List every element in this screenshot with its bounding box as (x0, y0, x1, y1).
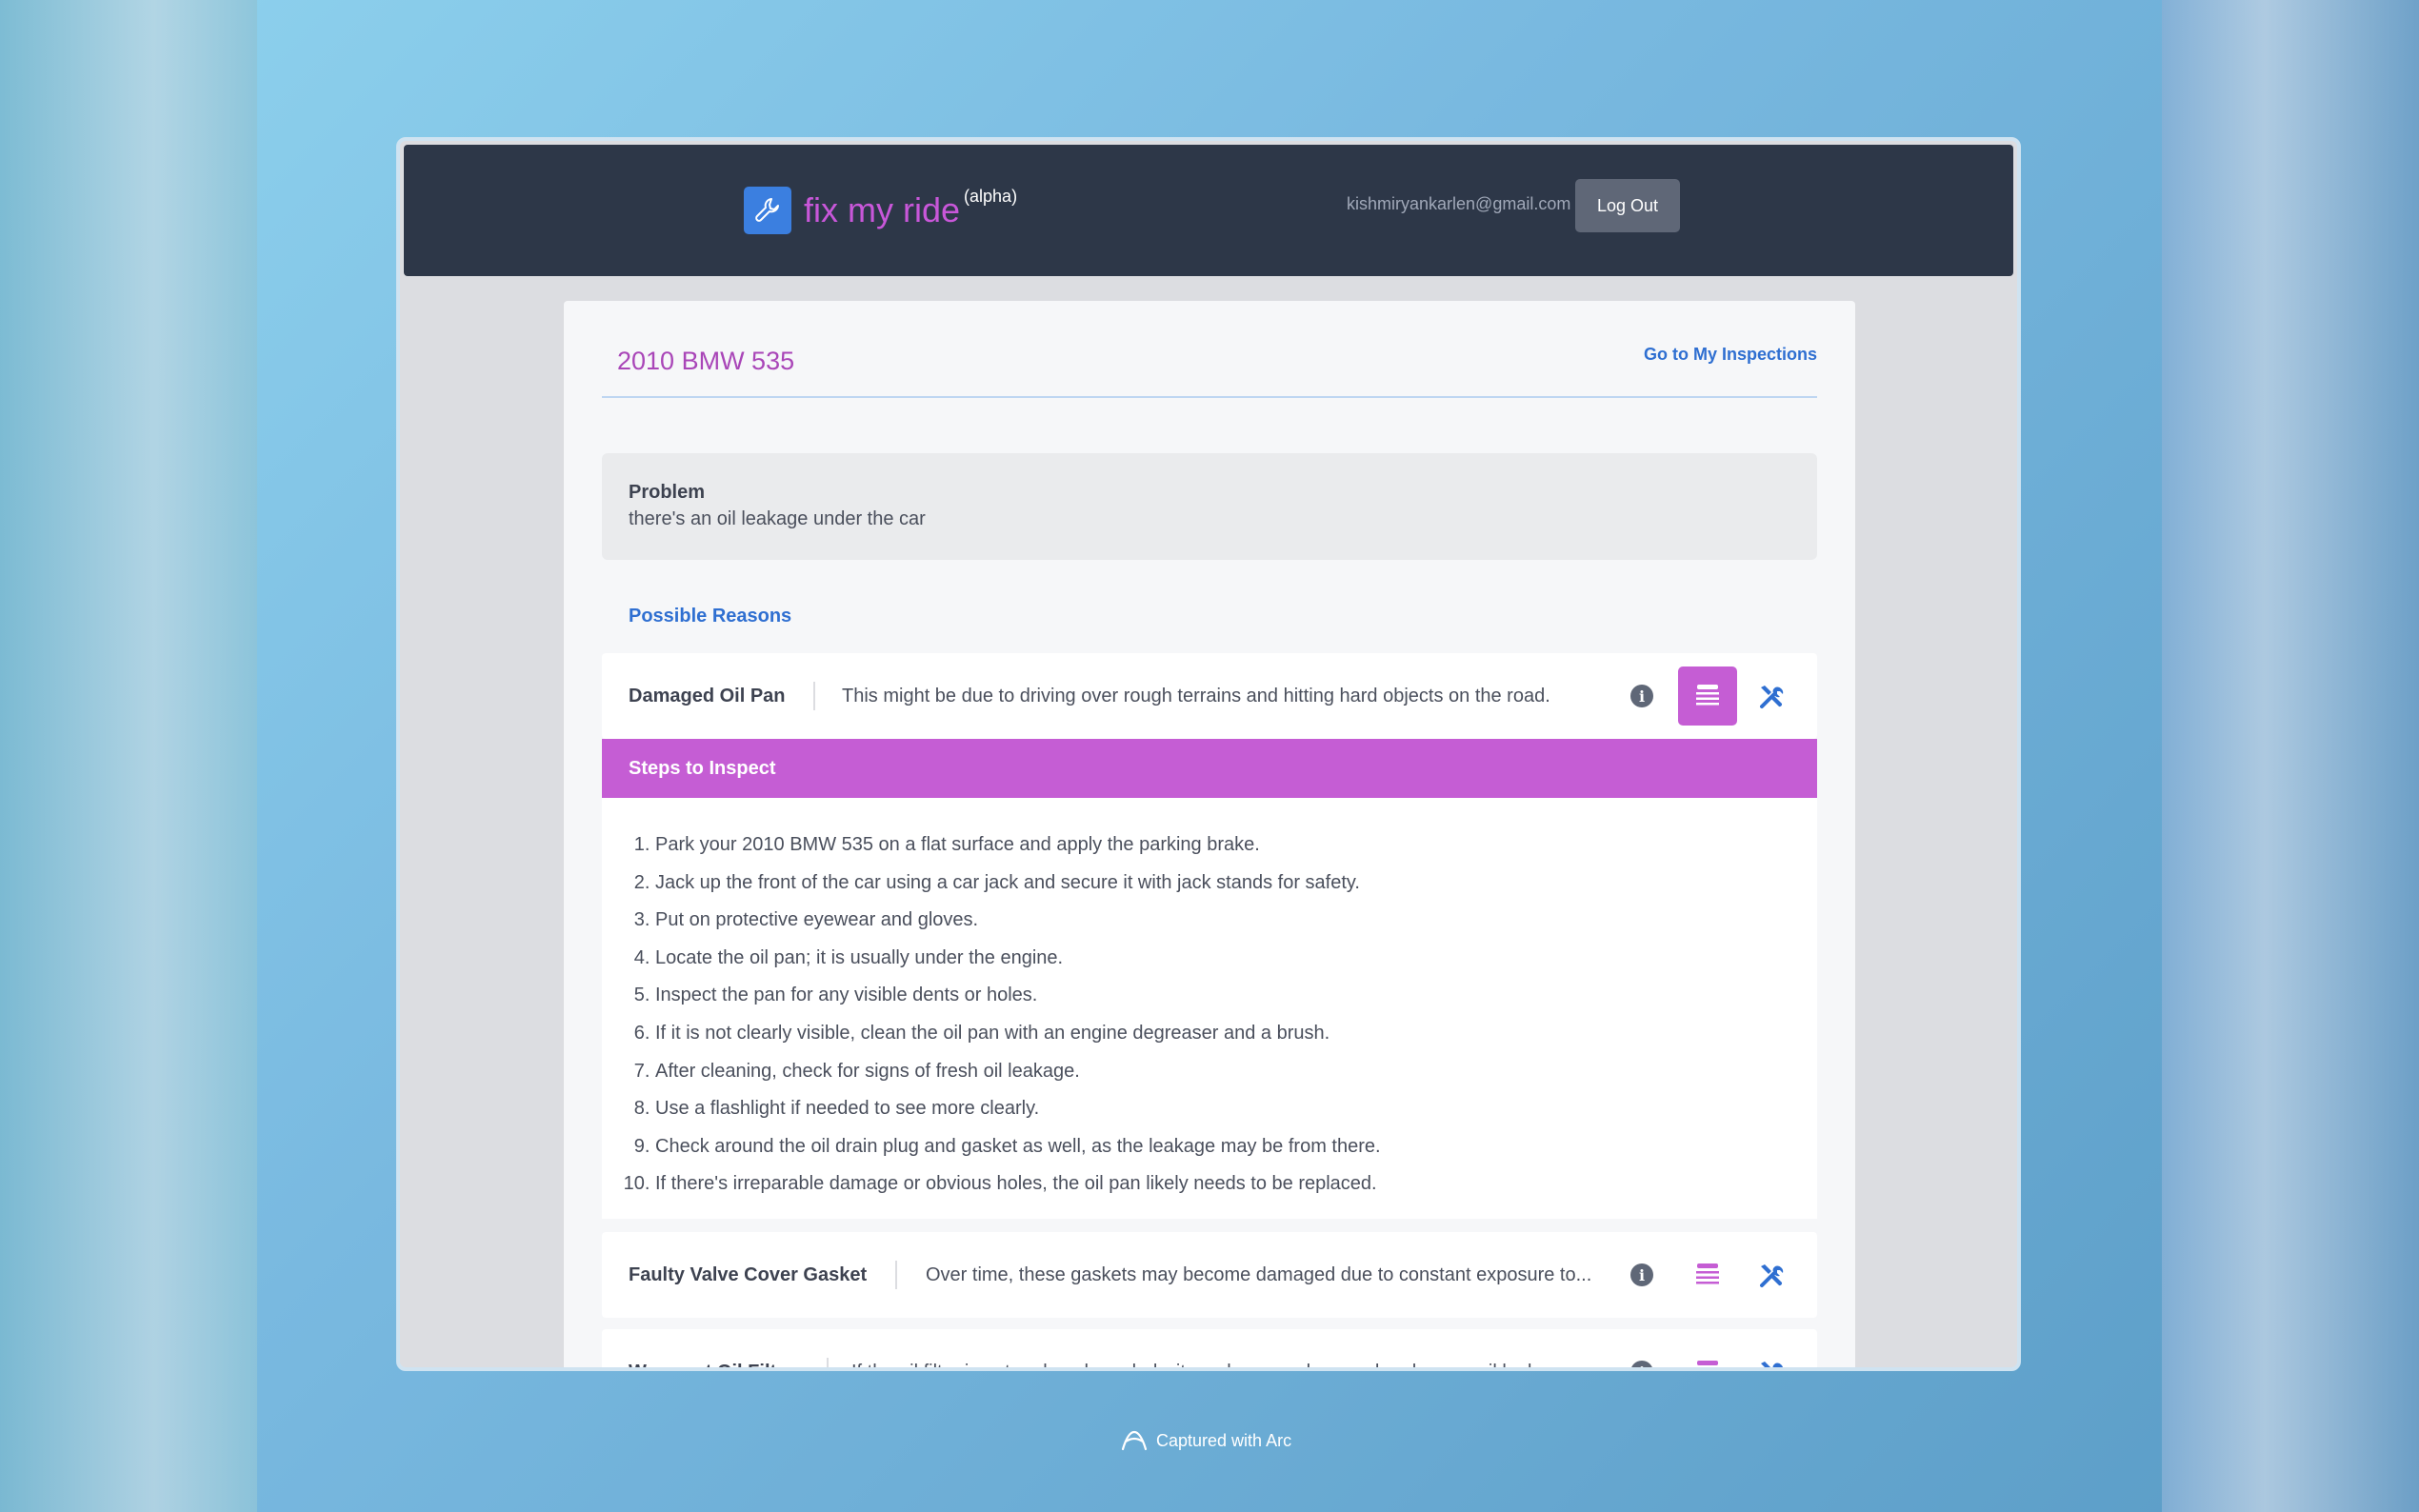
steps-toggle-button[interactable] (1678, 1343, 1737, 1367)
info-icon[interactable]: i (1630, 1361, 1653, 1367)
problem-text: there's an oil leakage under the car (629, 508, 926, 529)
navbar: fix my ride (alpha) kishmiryankarlen@gmai… (404, 145, 2013, 276)
steps-list: Park your 2010 BMW 535 on a flat surface… (602, 826, 1381, 1204)
steps-header: Steps to Inspect (602, 739, 1817, 798)
problem-card: Problem there's an oil leakage under the… (602, 453, 1817, 560)
reason-row[interactable]: Worn out Oil Filter If the oil filter is… (602, 1329, 1817, 1367)
step-item: Use a flashlight if needed to see more c… (655, 1090, 1381, 1128)
info-icon[interactable]: i (1630, 685, 1653, 707)
step-item: Inspect the pan for any visible dents or… (655, 977, 1381, 1015)
reason-name: Faulty Valve Cover Gasket (629, 1264, 868, 1285)
step-item: After cleaning, check for signs of fresh… (655, 1053, 1381, 1091)
step-item: Park your 2010 BMW 535 on a flat surface… (655, 826, 1381, 865)
background-right-panel (2162, 0, 2419, 1512)
possible-reasons-heading: Possible Reasons (629, 606, 792, 627)
reason-name: Damaged Oil Pan (629, 686, 786, 706)
go-to-inspections-link[interactable]: Go to My Inspections (1644, 345, 1817, 365)
brand-name[interactable]: fix my ride (alpha) (804, 187, 1018, 230)
step-item: Check around the oil drain plug and gask… (655, 1128, 1381, 1166)
step-item: If there's irreparable damage or obvious… (655, 1165, 1381, 1204)
logout-button[interactable]: Log Out (1575, 179, 1680, 232)
background-left-panel (0, 0, 257, 1512)
wrench-logo-icon[interactable] (744, 187, 791, 234)
list-icon (1696, 1263, 1719, 1284)
browser-window: fix my ride (alpha) kishmiryankarlen@gmai… (396, 137, 2021, 1371)
reason-divider (813, 682, 815, 710)
list-icon (1696, 685, 1719, 706)
step-item: Locate the oil pan; it is usually under … (655, 940, 1381, 978)
arc-caption: Captured with Arc (1156, 1430, 1292, 1450)
user-email: kishmiryankarlen@gmail.com (1347, 194, 1571, 213)
brand-text: fix my ride (804, 190, 961, 229)
list-icon (1697, 1361, 1718, 1365)
steps-list-container: Park your 2010 BMW 535 on a flat surface… (602, 798, 1817, 1219)
inspection-panel: 2010 BMW 535 Go to My Inspections Proble… (564, 301, 1855, 1367)
reason-name: Worn out Oil Filter (629, 1362, 794, 1367)
steps-toggle-button[interactable] (1678, 1245, 1737, 1304)
arc-logo-icon (1121, 1430, 1148, 1451)
tools-icon[interactable] (1756, 1261, 1787, 1291)
arc-capture-badge: Captured with Arc (1120, 1428, 1291, 1453)
steps-toggle-button[interactable] (1678, 666, 1737, 726)
title-divider (602, 396, 1817, 398)
steps-heading: Steps to Inspect (629, 758, 776, 779)
reason-description: Over time, these gaskets may become dama… (926, 1264, 1592, 1285)
step-item: If it is not clearly visible, clean the … (655, 1015, 1381, 1053)
tools-icon[interactable] (1756, 1358, 1787, 1367)
reason-description: If the oil filter is not replaced regula… (851, 1362, 1594, 1367)
info-icon[interactable]: i (1630, 1263, 1653, 1286)
brand-tag: (alpha) (964, 187, 1018, 206)
step-item: Put on protective eyewear and gloves. (655, 902, 1381, 940)
tools-icon[interactable] (1756, 682, 1787, 712)
reason-row[interactable]: Faulty Valve Cover Gasket Over time, the… (602, 1232, 1817, 1318)
problem-label: Problem (629, 482, 706, 503)
reason-description: This might be due to driving over rough … (842, 686, 1550, 706)
reason-divider (895, 1261, 897, 1289)
reason-divider (827, 1358, 829, 1367)
page-title: 2010 BMW 535 (617, 347, 795, 375)
reason-row[interactable]: Damaged Oil Pan This might be due to dri… (602, 653, 1817, 739)
step-item: Jack up the front of the car using a car… (655, 865, 1381, 903)
